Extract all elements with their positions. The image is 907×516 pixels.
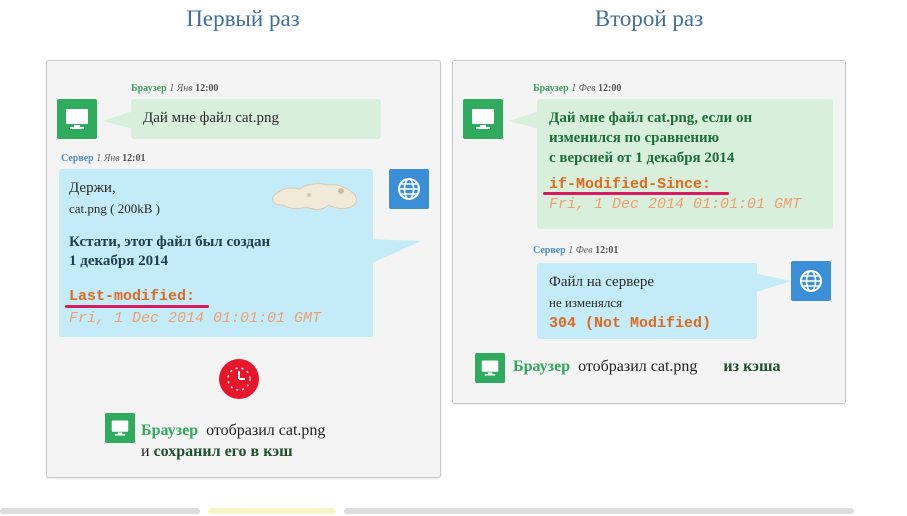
first-time-title: Первый раз [186,6,300,31]
cropped-text-strip [0,506,907,516]
file-name: cat.png ( [69,201,115,216]
result-text: отобразил cat.png [578,358,698,375]
response-line: Держи, [69,180,116,196]
server-not-modified-bubble: Файл на сервере не изменялся 304 (Not Mo… [537,263,757,339]
browser-request-text: Дай мне файл cat.png [143,110,279,126]
message-date: 1 Янв [96,153,120,164]
message-time: 12:00 [598,83,622,94]
first-time-panel: Браузер 1 Янв 12:00 Дай мне файл cat.png… [46,60,441,478]
browser-monitor-icon [475,353,505,383]
message-date: 1 Фев [571,83,596,94]
cropped-text [344,508,854,514]
created-date: 1 декабря 2014 [69,253,169,269]
sender-name: Браузер [131,83,167,94]
cropped-highlight [208,508,336,514]
last-modified-header-name: Last-modified: [69,288,196,305]
created-note: Кстати, этот файл был создан [69,234,271,250]
browser-result-line1: Браузер отобразил cat.png [141,422,325,440]
server-globe-icon [389,169,429,209]
browser-monitor-icon [57,99,97,139]
status-304: 304 (Not Modified) [549,315,712,332]
clock-icon [219,359,259,399]
bubble-tail [753,273,791,293]
browser-monitor-icon [463,99,503,139]
browser-result-line: Браузер отобразил cat.png из кэша [513,358,781,376]
browser-monitor-icon [105,413,135,443]
result-cache-text: сохранил его в кэш [153,443,293,460]
browser-message-meta: Браузер 1 Фев 12:00 [533,83,621,94]
header-underline [65,305,209,308]
response-line: не изменялся [549,295,623,310]
cropped-text [0,508,200,514]
sender-name: Сервер [533,245,566,256]
result-text: отобразил cat.png [206,422,326,439]
browser-result-line2: и сохранил его в кэш [141,443,293,461]
browser-conditional-request-bubble: Дай мне файл cat.png, если он изменился … [537,99,833,229]
browser-label: Браузер [141,422,199,439]
server-message-meta: Сервер 1 Янв 12:01 [61,153,145,164]
message-time: 12:00 [195,83,219,94]
second-time-panel: Браузер 1 Фев 12:00 Дай мне файл cat.png… [452,60,846,404]
file-size: 200kB ) [117,201,160,216]
response-line: Файл на сервере [549,274,655,290]
browser-message-meta: Браузер 1 Янв 12:00 [131,83,218,94]
last-modified-header-value: Fri, 1 Dec 2014 01:01:01 GMT [69,310,322,327]
cat-image [272,183,357,211]
message-time: 12:01 [595,245,619,256]
server-response-bubble: Держи, cat.png ( 200kB ) Кстати, этот фа… [59,169,373,337]
file-info: cat.png ( 200kB ) [69,199,160,218]
bubble-tail [509,111,539,129]
result-cache-text: из кэша [723,358,781,375]
if-modified-since-header-value: Fri, 1 Dec 2014 01:01:01 GMT [549,196,802,213]
message-date: 1 Фев [568,245,593,256]
server-message-meta: Сервер 1 Фев 12:01 [533,245,618,256]
bubble-tail [103,111,133,129]
request-line: Дай мне файл cat.png, если он [549,110,753,126]
message-time: 12:01 [122,153,146,164]
server-globe-icon [791,261,831,301]
browser-request-bubble: Дай мне файл cat.png [131,99,381,139]
browser-label: Браузер [513,358,571,375]
sender-name: Сервер [61,153,94,164]
second-time-title: Второй раз [594,6,704,31]
sender-name: Браузер [533,83,569,94]
message-date: 1 Янв [169,83,193,94]
request-line: с версией от 1 декабря 2014 [549,150,735,166]
request-line: изменился по сравнению [549,130,720,146]
result-prefix: и [141,443,150,460]
